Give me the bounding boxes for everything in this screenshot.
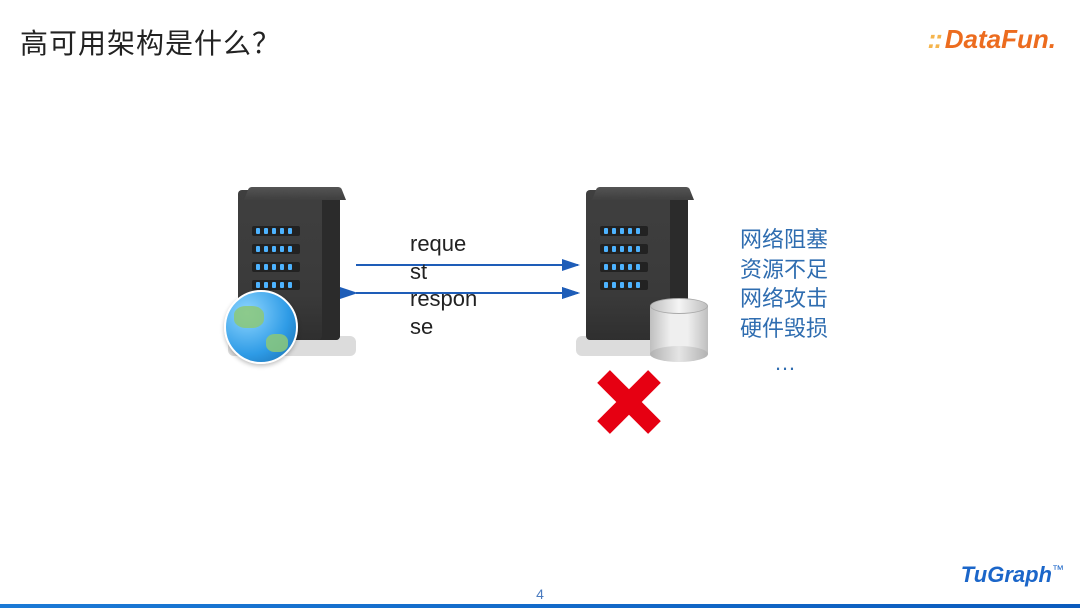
server-led-row	[600, 226, 648, 236]
failure-reason-item: 网络攻击	[740, 284, 830, 314]
page-number: 4	[536, 586, 544, 602]
server-web	[232, 190, 352, 360]
server-top	[244, 187, 346, 200]
diagram-area: reque st respon se 网络阻塞 资源不足 网络攻击 硬件毁损 …	[0, 0, 1080, 608]
failure-reason-item: 硬件毁损	[740, 314, 830, 344]
cylinder-bottom	[650, 346, 708, 362]
server-led-row	[600, 280, 648, 290]
server-led-row	[252, 226, 300, 236]
server-led-row	[252, 262, 300, 272]
failure-reason-item: 资源不足	[740, 255, 830, 285]
server-led-row	[252, 280, 300, 290]
server-led-row	[600, 244, 648, 254]
footer-bar	[0, 604, 1080, 608]
slide: 高可用架构是什么？ ::DataFun.	[0, 0, 1080, 608]
failure-reason-item: 网络阻塞	[740, 225, 830, 255]
label-request: reque st	[410, 230, 477, 285]
server-led-row	[252, 244, 300, 254]
db-cylinder-icon	[650, 298, 708, 362]
arrow-labels: reque st respon se	[410, 230, 477, 340]
failure-reasons-list: 网络阻塞 资源不足 网络攻击 硬件毁损 …	[740, 225, 830, 377]
server-db	[580, 190, 700, 360]
failure-cross-icon	[597, 370, 661, 434]
failure-reason-ellipsis: …	[740, 348, 830, 378]
cylinder-top	[650, 298, 708, 314]
server-led-row	[600, 262, 648, 272]
globe-icon	[224, 290, 298, 364]
label-response: respon se	[410, 285, 477, 340]
server-top	[592, 187, 694, 200]
logo-tugraph: TuGraph™	[961, 562, 1064, 588]
logo-tugraph-text: TuGraph	[961, 562, 1052, 587]
trademark-icon: ™	[1052, 563, 1064, 577]
